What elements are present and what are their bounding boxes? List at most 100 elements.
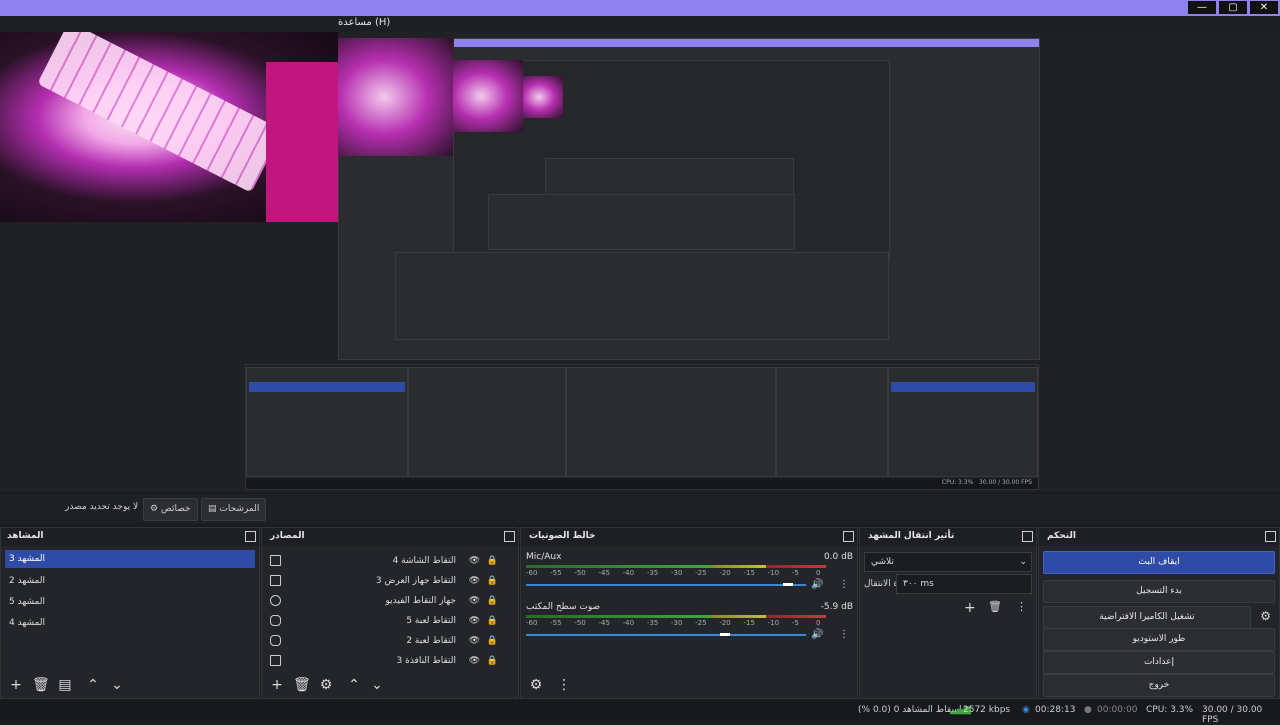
controls-dock-header: التحكم	[1039, 528, 1279, 546]
channel-name: صوت سطح المكتب	[526, 602, 601, 612]
rec-time: 00:00:00	[1097, 705, 1138, 715]
scene-item[interactable]: المشهد 2	[5, 572, 255, 590]
sources-dock-header: المصادر	[262, 528, 518, 546]
close-button[interactable]: ✕	[1250, 1, 1278, 14]
nested-title-bar	[454, 39, 1039, 47]
minimize-button[interactable]: —	[1188, 1, 1216, 14]
scale-tick-label: -55	[550, 619, 562, 627]
gear-icon[interactable]: ⚙	[1260, 609, 1271, 623]
add-scene-button[interactable]: +	[9, 678, 23, 692]
lock-icon[interactable]: 🔒	[487, 592, 498, 610]
nested-preview-4	[488, 194, 795, 250]
add-transition-button[interactable]: +	[964, 600, 976, 616]
scale-tick-label: -45	[598, 619, 610, 627]
source-properties-button[interactable]: ⚙	[319, 678, 333, 692]
scale-tick-label: -10	[767, 569, 780, 577]
volume-slider-track[interactable]	[526, 584, 806, 586]
undock-icon[interactable]	[504, 531, 515, 542]
source-row[interactable]: التقاط لعبة 2 👁 🔒	[270, 632, 504, 650]
undock-icon[interactable]	[245, 531, 256, 542]
mixer-menu-button[interactable]: ⋮	[557, 678, 571, 692]
cpu-usage: CPU: 3.3%	[1146, 705, 1194, 715]
mini-transitions	[776, 367, 888, 477]
gamepad-icon	[270, 615, 281, 626]
properties-button[interactable]: ⚙ خصائص	[143, 498, 198, 521]
remove-transition-button[interactable]: 🗑	[988, 600, 1002, 613]
speaker-icon[interactable]: 🔊	[811, 579, 823, 590]
eye-icon[interactable]: 👁	[469, 652, 480, 670]
source-name: التقاط جهاز العرض 3	[375, 576, 456, 586]
maximize-button[interactable]: ▢	[1219, 1, 1247, 14]
settings-button[interactable]: إعدادات	[1043, 651, 1275, 674]
volume-slider-handle[interactable]	[782, 583, 793, 586]
scale-tick-label: -35	[646, 569, 659, 577]
meter-scale: -60 -55 -50 -45 -40 -35 -30 -25 -20 -15 -10 -5 0	[526, 619, 826, 627]
volume-slider-handle[interactable]	[720, 633, 731, 636]
start-recording-button[interactable]: بدء التسجيل	[1043, 580, 1275, 603]
remove-source-button[interactable]: 🗑	[293, 678, 311, 692]
filter-icon: ▤	[208, 504, 217, 514]
transitions-title: تأثير انتقال المشهد	[868, 531, 955, 541]
source-row[interactable]: جهاز التقاط الفيديو 👁 🔒	[270, 592, 504, 610]
scenes-dock: المشاهد المشهد 3 المشهد 2 المشهد 5 المشه…	[0, 527, 260, 699]
window-icon	[270, 655, 281, 666]
no-source-selected-label: لا يوجد تحديد مصدر	[65, 502, 139, 512]
mini-scenes	[246, 367, 408, 477]
exit-button[interactable]: خروج	[1043, 674, 1275, 697]
advanced-audio-button[interactable]: ⚙	[529, 678, 543, 692]
move-down-button[interactable]: ⌄	[110, 678, 124, 692]
lock-icon[interactable]: 🔒	[487, 572, 498, 590]
mini-controls	[888, 367, 1038, 477]
scale-tick-label: -20	[719, 619, 731, 627]
mixer-dock-header: خالط الصوتيات	[521, 528, 857, 546]
lock-icon[interactable]: 🔒	[487, 612, 498, 630]
sources-dock: المصادر التقاط الشاشة 4 👁 🔒 التقاط جهاز …	[261, 527, 519, 699]
scale-tick-label: -15	[743, 569, 755, 577]
scale-tick-label: -30	[671, 569, 683, 577]
pink-object	[266, 62, 338, 222]
more-options-icon[interactable]: ⋮	[839, 629, 849, 640]
undock-icon[interactable]	[843, 531, 854, 542]
transition-menu-button[interactable]: ⋮	[1016, 600, 1027, 613]
eye-icon[interactable]: 👁	[469, 632, 480, 650]
undock-icon[interactable]	[1022, 531, 1033, 542]
volume-slider-track[interactable]	[526, 634, 806, 636]
duration-input[interactable]: ٣٠٠ ms	[896, 574, 1032, 594]
filters-button[interactable]: ▤ المرشحات	[201, 498, 267, 521]
speaker-icon[interactable]: 🔊	[811, 629, 823, 640]
scene-filters-button[interactable]: ▤	[58, 678, 72, 692]
source-row[interactable]: التقاط الشاشة 4 👁 🔒	[270, 552, 504, 570]
eye-icon[interactable]: 👁	[469, 572, 480, 590]
studio-mode-button[interactable]: طور الاستوديو	[1043, 628, 1275, 651]
controls-title: التحكم	[1047, 531, 1076, 541]
lock-icon[interactable]: 🔒	[487, 632, 498, 650]
scale-tick-label: -60	[526, 569, 538, 577]
source-row[interactable]: التقاط جهاز العرض 3 👁 🔒	[270, 572, 504, 590]
transition-type-select[interactable]: تلاشي ⌄	[864, 552, 1032, 572]
eye-icon[interactable]: 👁	[469, 612, 480, 630]
stop-streaming-button[interactable]: ايقاف البث	[1043, 551, 1275, 574]
move-down-button[interactable]: ⌄	[370, 678, 384, 692]
eye-icon[interactable]: 👁	[469, 552, 480, 570]
move-up-button[interactable]: ⌃	[347, 678, 361, 692]
remove-scene-button[interactable]: 🗑	[32, 678, 50, 692]
scene-item[interactable]: المشهد 4	[5, 614, 255, 632]
lock-icon[interactable]: 🔒	[487, 652, 498, 670]
start-virtual-camera-button[interactable]: تشغيل الكاميرا الافتراضية	[1043, 606, 1251, 629]
more-options-icon[interactable]: ⋮	[839, 579, 849, 590]
eye-icon[interactable]: 👁	[469, 592, 480, 610]
source-row[interactable]: التقاط لعبة 5 👁 🔒	[270, 612, 504, 630]
meter-scale: -60 -55 -50 -45 -40 -35 -30 -25 -20 -15 -10 -5 0	[526, 569, 826, 577]
menu-help[interactable]: مساعدة (H)	[338, 17, 390, 28]
scale-tick-label: -40	[622, 619, 635, 627]
undock-icon[interactable]	[1265, 531, 1276, 542]
preview-canvas[interactable]: CPU: 3.3% 30.00 / 30.00 FPS	[0, 32, 1280, 492]
scene-item[interactable]: المشهد 5	[5, 593, 255, 611]
scale-tick-label: -5	[791, 619, 799, 627]
scene-item[interactable]: المشهد 3	[5, 550, 255, 568]
source-row[interactable]: التقاط النافذة 3 👁 🔒	[270, 652, 504, 670]
lock-icon[interactable]: 🔒	[487, 552, 498, 570]
move-up-button[interactable]: ⌃	[86, 678, 100, 692]
add-source-button[interactable]: +	[270, 678, 284, 692]
mini-mixer	[566, 367, 776, 477]
